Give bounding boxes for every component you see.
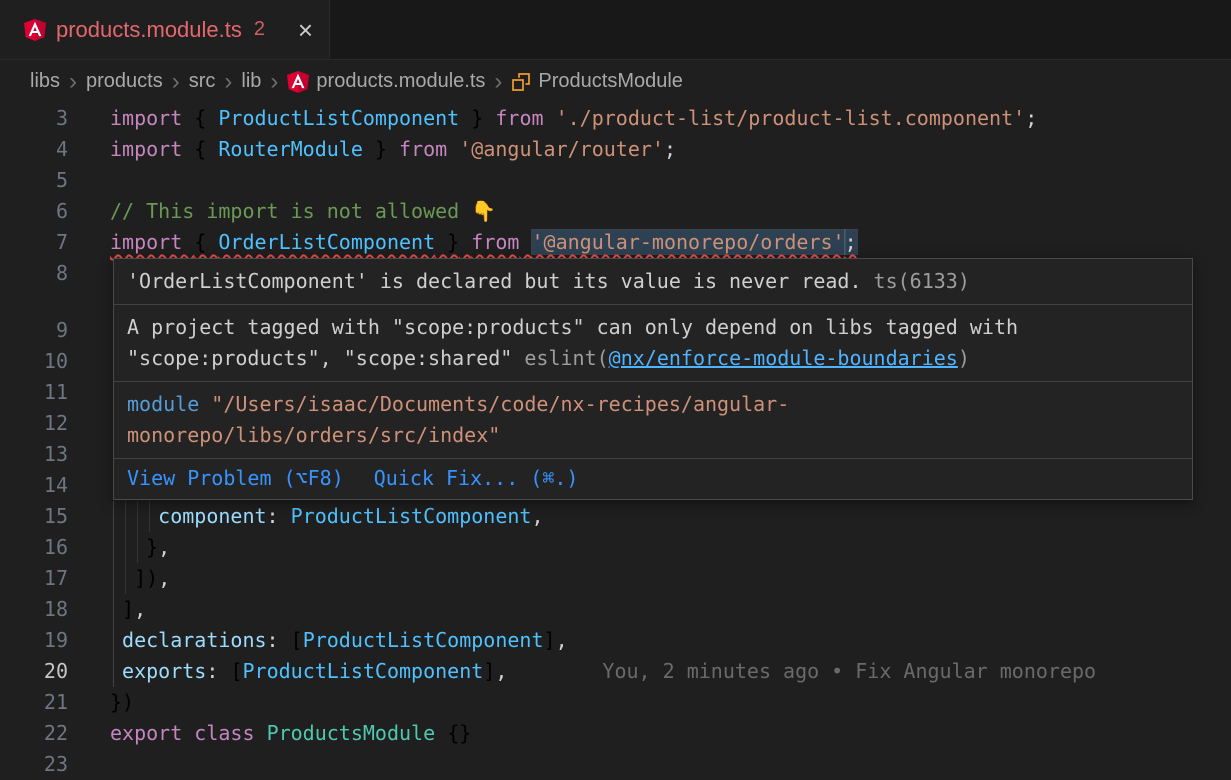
line-number: 18 bbox=[0, 594, 68, 625]
code-line-5: 5 bbox=[0, 165, 1231, 196]
code-line-21: 21}) bbox=[0, 687, 1231, 718]
code-content: import { RouterModule } from '@angular/r… bbox=[68, 134, 676, 165]
line-number: 20 bbox=[0, 656, 68, 687]
eslint-rule-link[interactable]: @nx/enforce-module-boundaries bbox=[609, 346, 958, 370]
breadcrumb-label: src bbox=[189, 70, 216, 93]
view-problem-action[interactable]: View Problem (⌥F8) bbox=[127, 463, 344, 494]
code-content: // This import is not allowed 👇 bbox=[68, 196, 496, 227]
line-number: 23 bbox=[0, 749, 68, 780]
indent-guide bbox=[113, 501, 114, 687]
hover-section-2: A project tagged with "scope:products" c… bbox=[114, 305, 1192, 382]
code-line-7: 7import { OrderListComponent } from '@an… bbox=[0, 227, 1231, 258]
angular-file-icon bbox=[287, 71, 309, 93]
tab-bar: products.module.ts 2 × bbox=[0, 0, 1231, 60]
line-number: 17 bbox=[0, 563, 68, 594]
breadcrumb-item-products[interactable]: products bbox=[86, 70, 163, 93]
code-line-19: 19 declarations: [ProductListComponent], bbox=[0, 625, 1231, 656]
hover-section-1: 'OrderListComponent' is declared but its… bbox=[114, 259, 1192, 305]
code-content: }, bbox=[68, 532, 170, 563]
code-content: ], bbox=[68, 594, 146, 625]
breadcrumb: libs › products › src › lib › products.module.t… bbox=[0, 60, 1231, 103]
code-line-6: 6// This import is not allowed 👇 bbox=[0, 196, 1231, 227]
breadcrumb-item-products-module-ts[interactable]: products.module.ts bbox=[287, 70, 485, 93]
indent-guide bbox=[125, 501, 126, 594]
line-number: 9 bbox=[0, 315, 68, 346]
code-line-18: 18 ], bbox=[0, 594, 1231, 625]
code-line-23: 23 bbox=[0, 749, 1231, 780]
angular-file-icon bbox=[24, 19, 46, 41]
symbol-class-icon bbox=[511, 72, 531, 92]
line-number: 6 bbox=[0, 196, 68, 227]
code-content: exports: [ProductListComponent],You, 2 m… bbox=[68, 656, 1096, 687]
code-line-22: 22export class ProductsModule {} bbox=[0, 718, 1231, 749]
code-line-15: 15 component: ProductListComponent, bbox=[0, 501, 1231, 532]
breadcrumb-label: products.module.ts bbox=[316, 70, 485, 93]
code-content: import { OrderListComponent } from '@ang… bbox=[68, 227, 857, 258]
code-content: ]), bbox=[68, 563, 170, 594]
code-line-4: 4import { RouterModule } from '@angular/… bbox=[0, 134, 1231, 165]
code-line-17: 17 ]), bbox=[0, 563, 1231, 594]
breadcrumb-separator-icon: › bbox=[270, 70, 278, 94]
breadcrumb-item-productsmodule[interactable]: ProductsModule bbox=[511, 70, 683, 93]
tab-problem-count: 2 bbox=[254, 18, 265, 41]
indent-guide bbox=[137, 501, 138, 563]
breadcrumb-item-lib[interactable]: lib bbox=[241, 70, 261, 93]
close-tab-icon[interactable]: × bbox=[298, 17, 313, 43]
tab-filename: products.module.ts bbox=[56, 17, 242, 43]
breadcrumb-separator-icon: › bbox=[69, 70, 77, 94]
line-number: 8 bbox=[0, 258, 68, 289]
breadcrumb-item-src[interactable]: src bbox=[189, 70, 216, 93]
line-number: 22 bbox=[0, 718, 68, 749]
line-number: 5 bbox=[0, 165, 68, 196]
line-number: 14 bbox=[0, 470, 68, 501]
line-number: 13 bbox=[0, 439, 68, 470]
line-number: 15 bbox=[0, 501, 68, 532]
line-number: 12 bbox=[0, 408, 68, 439]
breadcrumb-separator-icon: › bbox=[172, 70, 180, 94]
code-editor[interactable]: 3import { ProductListComponent } from '.… bbox=[0, 103, 1231, 780]
editor-tab-products-module[interactable]: products.module.ts 2 × bbox=[0, 0, 330, 59]
line-number: 3 bbox=[0, 103, 68, 134]
hover-popup: 'OrderListComponent' is declared but its… bbox=[113, 258, 1193, 500]
code-line-16: 16 }, bbox=[0, 532, 1231, 563]
code-content: }) bbox=[68, 687, 134, 718]
breadcrumb-label: lib bbox=[241, 70, 261, 93]
code-content: export class ProductsModule {} bbox=[68, 718, 471, 749]
code-line-20: 20 exports: [ProductListComponent],You, … bbox=[0, 656, 1231, 687]
breadcrumb-label: ProductsModule bbox=[538, 70, 683, 93]
indent-guide bbox=[149, 501, 150, 532]
hover-section-3: module "/Users/isaac/Documents/code/nx-r… bbox=[114, 382, 1192, 459]
code-content: declarations: [ProductListComponent], bbox=[68, 625, 568, 656]
code-line-3: 3import { ProductListComponent } from '.… bbox=[0, 103, 1231, 134]
code-content: component: ProductListComponent, bbox=[68, 501, 544, 532]
vscode-window: products.module.ts 2 × libs › products › src… bbox=[0, 0, 1231, 780]
breadcrumb-label: libs bbox=[30, 70, 60, 93]
hover-status-bar: View Problem (⌥F8) Quick Fix... (⌘.) bbox=[114, 459, 1192, 499]
code-content: import { ProductListComponent } from './… bbox=[68, 103, 1037, 134]
breadcrumb-separator-icon: › bbox=[494, 70, 502, 94]
breadcrumb-item-libs[interactable]: libs bbox=[30, 70, 60, 93]
quick-fix-action[interactable]: Quick Fix... (⌘.) bbox=[374, 463, 579, 494]
git-blame-annotation: You, 2 minutes ago • Fix Angular monorep… bbox=[602, 659, 1096, 683]
breadcrumb-separator-icon: › bbox=[224, 70, 232, 94]
line-number: 10 bbox=[0, 346, 68, 377]
line-number: 21 bbox=[0, 687, 68, 718]
line-number: 16 bbox=[0, 532, 68, 563]
breadcrumb-label: products bbox=[86, 70, 163, 93]
line-number: 19 bbox=[0, 625, 68, 656]
line-number: 4 bbox=[0, 134, 68, 165]
line-number: 7 bbox=[0, 227, 68, 258]
line-number: 11 bbox=[0, 377, 68, 408]
